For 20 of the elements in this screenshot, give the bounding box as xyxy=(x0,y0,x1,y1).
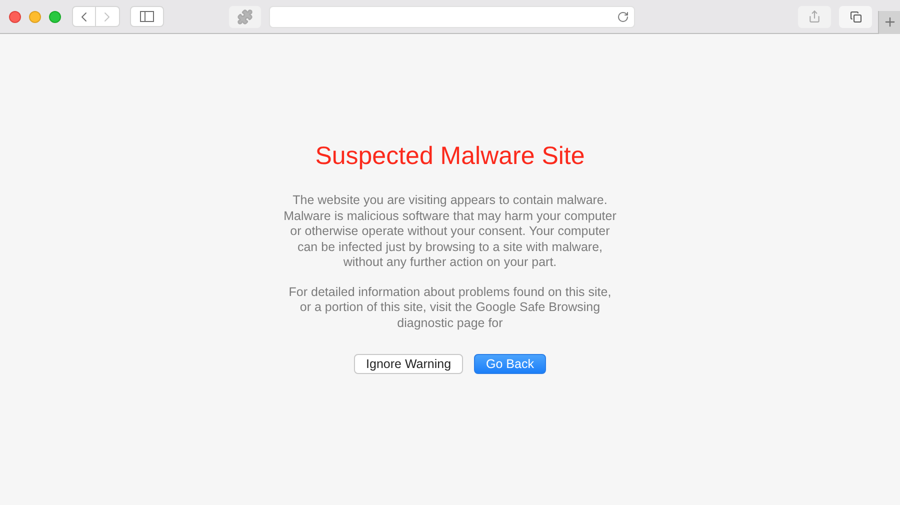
share-button[interactable] xyxy=(798,6,832,28)
close-window-button[interactable] xyxy=(9,10,21,22)
extension-button[interactable] xyxy=(228,6,262,28)
plus-icon xyxy=(882,15,897,29)
address-field[interactable] xyxy=(269,6,636,28)
tabs-icon xyxy=(850,10,862,22)
ignore-warning-button[interactable]: Ignore Warning xyxy=(354,354,464,374)
tabs-button[interactable] xyxy=(839,6,872,28)
minimize-window-button[interactable] xyxy=(28,10,41,22)
zoom-window-button[interactable] xyxy=(48,10,61,22)
share-icon xyxy=(808,10,822,23)
new-tab-button[interactable] xyxy=(878,10,900,34)
warning-title: Suspected Malware Site xyxy=(315,141,585,171)
back-button[interactable] xyxy=(72,6,96,27)
reload-icon[interactable] xyxy=(617,10,630,22)
warning-text: The website you are visiting appears to contain malware. Malware is malicious software that may harm your computer or otherwise operate without your consent. Your computer can be infected just by browsing to a site with malware, without any further action on your part. xyxy=(284,193,616,270)
warning-text: For detailed information about problems found on this site, or a portion of this site, visit the Google Safe Browsing diagnostic page for xyxy=(288,284,612,331)
sidebar-icon xyxy=(140,11,154,22)
puzzle-icon xyxy=(237,8,254,24)
sidebar-button[interactable] xyxy=(130,6,164,27)
